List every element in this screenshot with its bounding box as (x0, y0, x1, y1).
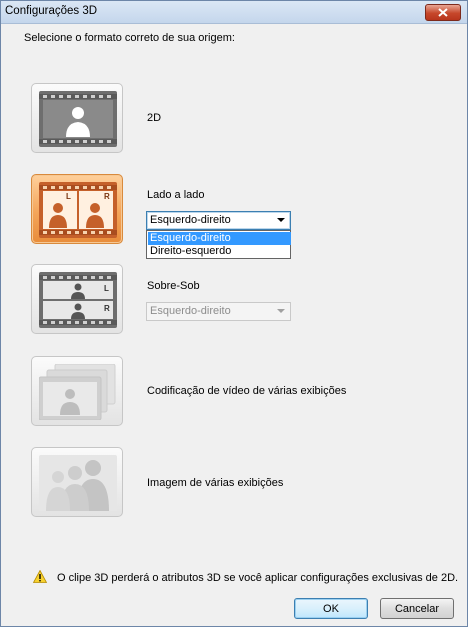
side-by-side-film-icon (39, 182, 117, 238)
option-multiview-image-button[interactable] (31, 447, 123, 517)
option-2d-label: 2D (147, 112, 162, 124)
list-option-left-right[interactable]: Esquerdo-direito (148, 232, 291, 245)
side-by-side-order-list: Esquerdo-direito Direito-esquerdo (146, 230, 291, 259)
warning-icon (33, 570, 47, 583)
multiview-image-icon (39, 455, 117, 511)
top-bottom-film-icon (39, 272, 117, 328)
option-side-by-side-label: Lado a lado (147, 189, 205, 201)
chevron-down-icon (277, 218, 285, 222)
option-multiview-image-label: Imagem de várias exibições (147, 477, 284, 489)
list-option-right-left[interactable]: Direito-esquerdo (148, 245, 291, 258)
top-eye-letter: L (104, 284, 109, 293)
chevron-down-icon (277, 309, 285, 313)
bottom-eye-letter: R (104, 304, 110, 313)
multiview-codec-icon (39, 364, 116, 420)
cancel-button[interactable]: Cancelar (380, 598, 454, 619)
option-side-by-side-button[interactable]: L R (31, 174, 123, 244)
top-bottom-order-select[interactable]: Esquerdo-direito (146, 302, 291, 321)
instruction-text: Selecione o formato correto de sua orige… (24, 32, 235, 44)
left-eye-letter: L (66, 192, 71, 201)
close-button[interactable] (425, 4, 461, 21)
right-eye-letter: R (104, 192, 110, 201)
ok-button-label: OK (323, 602, 339, 615)
top-bottom-order-value: Esquerdo-direito (150, 305, 231, 317)
option-multiview-codec-button[interactable] (31, 356, 123, 426)
side-by-side-order-value: Esquerdo-direito (150, 214, 231, 226)
close-icon (438, 8, 448, 17)
option-top-bottom-button[interactable]: L R (31, 264, 123, 334)
option-top-bottom-label: Sobre-Sob (147, 280, 200, 292)
option-2d-button[interactable] (31, 83, 123, 153)
single-person-film-icon (39, 91, 117, 147)
option-multiview-codec-label: Codificação de vídeo de várias exibições (147, 385, 347, 397)
side-by-side-order-select[interactable]: Esquerdo-direito (146, 211, 291, 230)
ok-button[interactable]: OK (294, 598, 368, 619)
title-bar: Configurações 3D (1, 1, 467, 24)
window-title: Configurações 3D (5, 5, 98, 17)
warning-text: O clipe 3D perderá o atributos 3D se voc… (57, 572, 459, 584)
cancel-button-label: Cancelar (394, 602, 440, 615)
